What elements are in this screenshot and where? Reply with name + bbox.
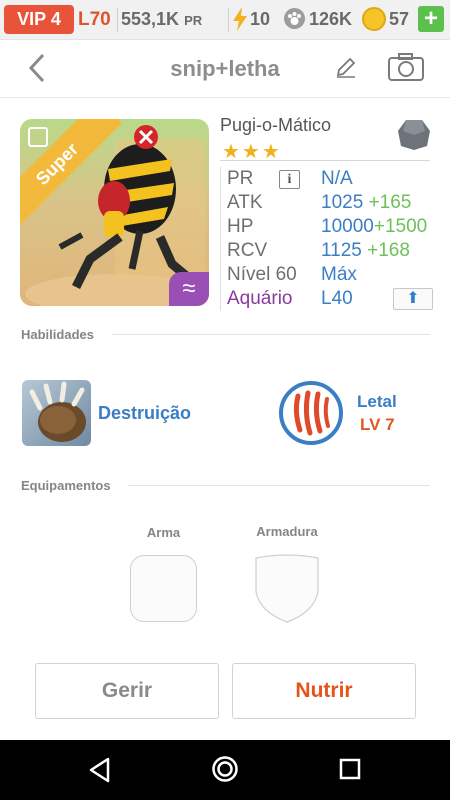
lightning-icon — [233, 7, 247, 31]
status-divider — [117, 8, 118, 32]
stat-row-hp: HP 10000+1500 — [227, 215, 434, 239]
stats-table: PR i N/A ATK 1025 +165 HP 10000+1500 RCV… — [220, 167, 434, 311]
card-icon — [28, 127, 48, 147]
camera-icon[interactable] — [387, 52, 425, 82]
stat-label: HP — [227, 216, 254, 237]
stat-value-group: 1025 +165 — [321, 191, 411, 215]
equipment-section-title: Equipamentos — [21, 478, 111, 493]
add-coins-button[interactable]: + — [418, 6, 444, 32]
stat-value: 1025 — [321, 192, 364, 213]
stat-row-atk: ATK 1025 +165 — [227, 191, 434, 215]
aquarium-upgrade-button[interactable]: ⬆ — [393, 288, 433, 310]
nav-home-icon[interactable] — [211, 755, 239, 783]
player-power: 553,1K PR — [121, 9, 202, 30]
stat-label: PR — [227, 168, 254, 189]
stat-label: RCV — [227, 240, 268, 261]
paw-icon — [284, 8, 305, 29]
stat-value-group: 10000+1500 — [321, 215, 427, 239]
monster-name: Pugi-o-Mático — [220, 115, 332, 135]
info-icon[interactable]: i — [279, 170, 300, 189]
coin-count: 57 — [389, 9, 410, 29]
stat-value: 1125 — [321, 240, 362, 261]
stat-label: ATK — [227, 192, 263, 213]
stat-value-group: 1125 +168 — [321, 239, 410, 263]
nav-back-icon[interactable] — [88, 757, 112, 783]
power-value: 553,1K — [121, 9, 180, 29]
stat-bonus: +168 — [367, 240, 410, 261]
player-level: L70 — [78, 9, 111, 30]
section-divider — [128, 485, 430, 486]
trait-name: Letal — [357, 392, 397, 411]
status-bar: VIP 4 L70 553,1K PR 10 126K 57 + — [0, 0, 450, 40]
destruction-skill-icon[interactable] — [22, 380, 91, 446]
ability-name[interactable]: Destruição — [98, 403, 191, 424]
monster-portrait[interactable]: Super ≈ — [20, 119, 209, 306]
section-divider — [112, 334, 430, 335]
weapon-slot[interactable] — [130, 555, 197, 622]
rarity-gem-icon — [398, 120, 430, 150]
name-divider — [220, 160, 430, 161]
stat-row-rcv: RCV 1125 +168 — [227, 239, 434, 263]
power-unit: PR — [184, 13, 203, 28]
stat-row-pr: PR i N/A — [227, 167, 434, 191]
stat-label: Aquário — [227, 288, 293, 309]
weapon-slot-label: Arma — [146, 525, 181, 540]
trait-level: LV 7 — [360, 415, 395, 434]
feed-button[interactable]: Nutrir — [232, 663, 416, 719]
coin-icon — [362, 7, 386, 31]
stat-value: 10000 — [321, 216, 374, 237]
claw-slash-icon[interactable] — [278, 380, 344, 446]
abilities-section-title: Habilidades — [21, 327, 94, 342]
header: snip+letha — [0, 40, 450, 98]
stat-value: L40 — [321, 288, 353, 309]
stat-row-level: Nível 60 Máx — [227, 263, 434, 287]
stat-bonus: +1500 — [373, 216, 428, 237]
stat-label: Nível 60 — [227, 264, 297, 285]
vip-badge[interactable]: VIP 4 — [4, 5, 74, 34]
stat-row-aquarium: Aquário L40 ⬆ — [227, 287, 434, 311]
nav-recents-icon[interactable] — [339, 758, 361, 780]
page-title: snip+letha — [170, 56, 280, 81]
stat-value: Máx — [321, 264, 357, 285]
manage-button[interactable]: Gerir — [35, 663, 219, 719]
armor-slot-label: Armadura — [256, 524, 318, 539]
status-divider — [228, 8, 229, 32]
edit-pencil-icon[interactable] — [335, 56, 357, 78]
water-element-badge: ≈ — [169, 272, 209, 306]
stat-value: N/A — [321, 168, 353, 189]
paw-count: 126K — [309, 9, 353, 29]
armor-slot[interactable] — [254, 554, 320, 624]
energy-count: 10 — [250, 9, 271, 29]
stat-bonus: +165 — [368, 192, 412, 213]
system-nav-bar — [0, 740, 450, 800]
